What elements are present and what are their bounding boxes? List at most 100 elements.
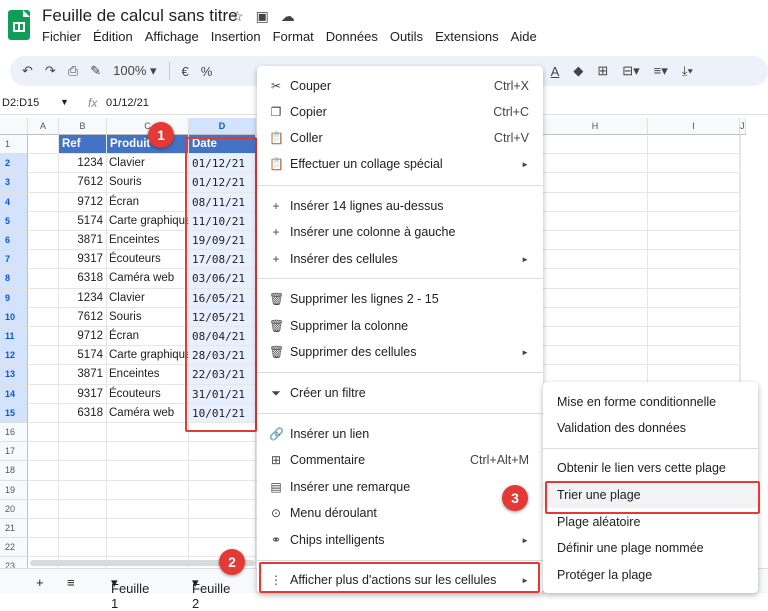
grid-cell[interactable] (740, 269, 741, 289)
table-header-cell[interactable]: Ref (59, 135, 107, 155)
ref-cell[interactable]: 6318 (59, 403, 107, 423)
row-header[interactable]: 13 (0, 365, 28, 385)
grid-cell[interactable] (107, 480, 189, 500)
product-cell[interactable]: Carte graphique (107, 346, 189, 366)
grid-cell[interactable] (28, 173, 59, 193)
grid-cell[interactable] (28, 480, 59, 500)
menu-item-insert-column[interactable]: + Insérer une colonne à gauche (257, 219, 543, 245)
grid-cell[interactable] (740, 211, 741, 231)
star-icon[interactable]: ☆ (231, 8, 244, 25)
product-cell[interactable]: Écouteurs (107, 250, 189, 270)
grid-cell[interactable] (543, 211, 648, 231)
grid-cell[interactable] (189, 519, 256, 539)
grid-cell[interactable] (543, 173, 648, 193)
menu-item-delete-cells[interactable]: 🗑 Supprimer des cellules ► (257, 339, 543, 365)
valign-icon[interactable]: ⤓▾ (682, 63, 693, 79)
undo-icon[interactable]: ↶ (22, 63, 33, 79)
row-header[interactable]: 8 (0, 269, 28, 289)
grid-cell[interactable] (648, 346, 740, 366)
menu-3[interactable]: Insertion (211, 29, 261, 44)
column-header[interactable]: A (28, 118, 59, 135)
grid-cell[interactable] (59, 480, 107, 500)
ref-cell[interactable]: 9712 (59, 192, 107, 212)
grid-cell[interactable] (648, 173, 740, 193)
grid-cell[interactable] (28, 327, 59, 347)
grid-cell[interactable] (543, 250, 648, 270)
menu-item-copy[interactable]: ❐ Copier Ctrl+C (257, 99, 543, 125)
menu-item-insert-note[interactable]: ▤ Insérer une remarque (257, 474, 543, 500)
menu-item-comment[interactable]: ⊞ Commentaire Ctrl+Alt+M (257, 447, 543, 473)
menu-2[interactable]: Affichage (145, 29, 199, 44)
menu-6[interactable]: Outils (390, 29, 423, 44)
row-header[interactable]: 1 (0, 135, 28, 155)
row-header[interactable]: 2 (0, 154, 28, 174)
zoom-select[interactable]: 100% ▾ (113, 63, 156, 79)
grid-cell[interactable] (740, 231, 741, 251)
grid-cell[interactable] (59, 519, 107, 539)
currency-format-button[interactable]: € (182, 64, 189, 79)
grid-cell[interactable] (543, 269, 648, 289)
menu-item-smart-chips[interactable]: ⚭ Chips intelligents ► (257, 527, 543, 553)
row-header[interactable]: 15 (0, 403, 28, 423)
row-header[interactable]: 18 (0, 461, 28, 481)
submenu-item-named-range[interactable]: Définir une plage nommée (543, 535, 758, 561)
grid-cell[interactable] (28, 403, 59, 423)
row-header[interactable]: 9 (0, 288, 28, 308)
grid-cell[interactable] (740, 192, 741, 212)
ref-cell[interactable]: 6318 (59, 269, 107, 289)
add-sheet-button[interactable]: + (36, 575, 44, 590)
grid-cell[interactable] (59, 499, 107, 519)
row-header[interactable]: 11 (0, 327, 28, 347)
grid-cell[interactable] (543, 307, 648, 327)
grid-cell[interactable] (107, 538, 189, 558)
grid-cell[interactable] (59, 442, 107, 462)
grid-cell[interactable] (107, 423, 189, 443)
menu-7[interactable]: Extensions (435, 29, 499, 44)
grid-cell[interactable] (648, 192, 740, 212)
product-cell[interactable]: Écran (107, 327, 189, 347)
grid-cell[interactable] (543, 192, 648, 212)
row-header[interactable]: 5 (0, 211, 28, 231)
menu-item-insert-rows[interactable]: + Insérer 14 lignes au-dessus (257, 193, 543, 219)
grid-cell[interactable] (59, 423, 107, 443)
grid-cell[interactable] (740, 154, 741, 174)
ref-cell[interactable]: 5174 (59, 211, 107, 231)
grid-cell[interactable] (28, 499, 59, 519)
grid-cell[interactable] (543, 288, 648, 308)
row-header[interactable]: 6 (0, 231, 28, 251)
grid-cell[interactable] (28, 346, 59, 366)
menu-1[interactable]: Édition (93, 29, 133, 44)
menu-item-delete-rows[interactable]: 🗑 Supprimer les lignes 2 - 15 (257, 286, 543, 312)
menu-8[interactable]: Aide (511, 29, 537, 44)
submenu-item-protect-range[interactable]: Protéger la plage (543, 562, 758, 588)
document-title[interactable]: Feuille de calcul sans titre (42, 6, 238, 26)
paint-format-icon[interactable]: ✎ (90, 63, 101, 79)
menu-item-insert-cells[interactable]: + Insérer des cellules ► (257, 246, 543, 272)
redo-icon[interactable]: ↷ (45, 63, 56, 79)
grid-cell[interactable] (107, 519, 189, 539)
grid-cell[interactable] (189, 499, 256, 519)
product-cell[interactable]: Enceintes (107, 231, 189, 251)
product-cell[interactable]: Clavier (107, 154, 189, 174)
grid-cell[interactable] (28, 519, 59, 539)
grid-cell[interactable] (28, 442, 59, 462)
menu-item-paste[interactable]: 📋 Coller Ctrl+V (257, 125, 543, 151)
row-header[interactable]: 10 (0, 307, 28, 327)
grid-cell[interactable] (59, 538, 107, 558)
grid-cell[interactable] (740, 173, 741, 193)
grid-cell[interactable] (107, 461, 189, 481)
ref-cell[interactable]: 7612 (59, 307, 107, 327)
column-header[interactable]: D (189, 118, 256, 135)
grid-cell[interactable] (28, 231, 59, 251)
row-header[interactable]: 16 (0, 423, 28, 443)
column-header[interactable]: J (740, 118, 746, 135)
grid-cell[interactable] (28, 250, 59, 270)
row-header[interactable]: 21 (0, 519, 28, 539)
menu-item-paste-special[interactable]: 📋 Effectuer un collage spécial ► (257, 151, 543, 177)
menu-item-dropdown[interactable]: ⊙ Menu déroulant (257, 500, 543, 526)
product-cell[interactable]: Caméra web (107, 403, 189, 423)
grid-cell[interactable] (28, 211, 59, 231)
row-header[interactable]: 3 (0, 173, 28, 193)
grid-cell[interactable] (59, 461, 107, 481)
ref-cell[interactable]: 9317 (59, 384, 107, 404)
